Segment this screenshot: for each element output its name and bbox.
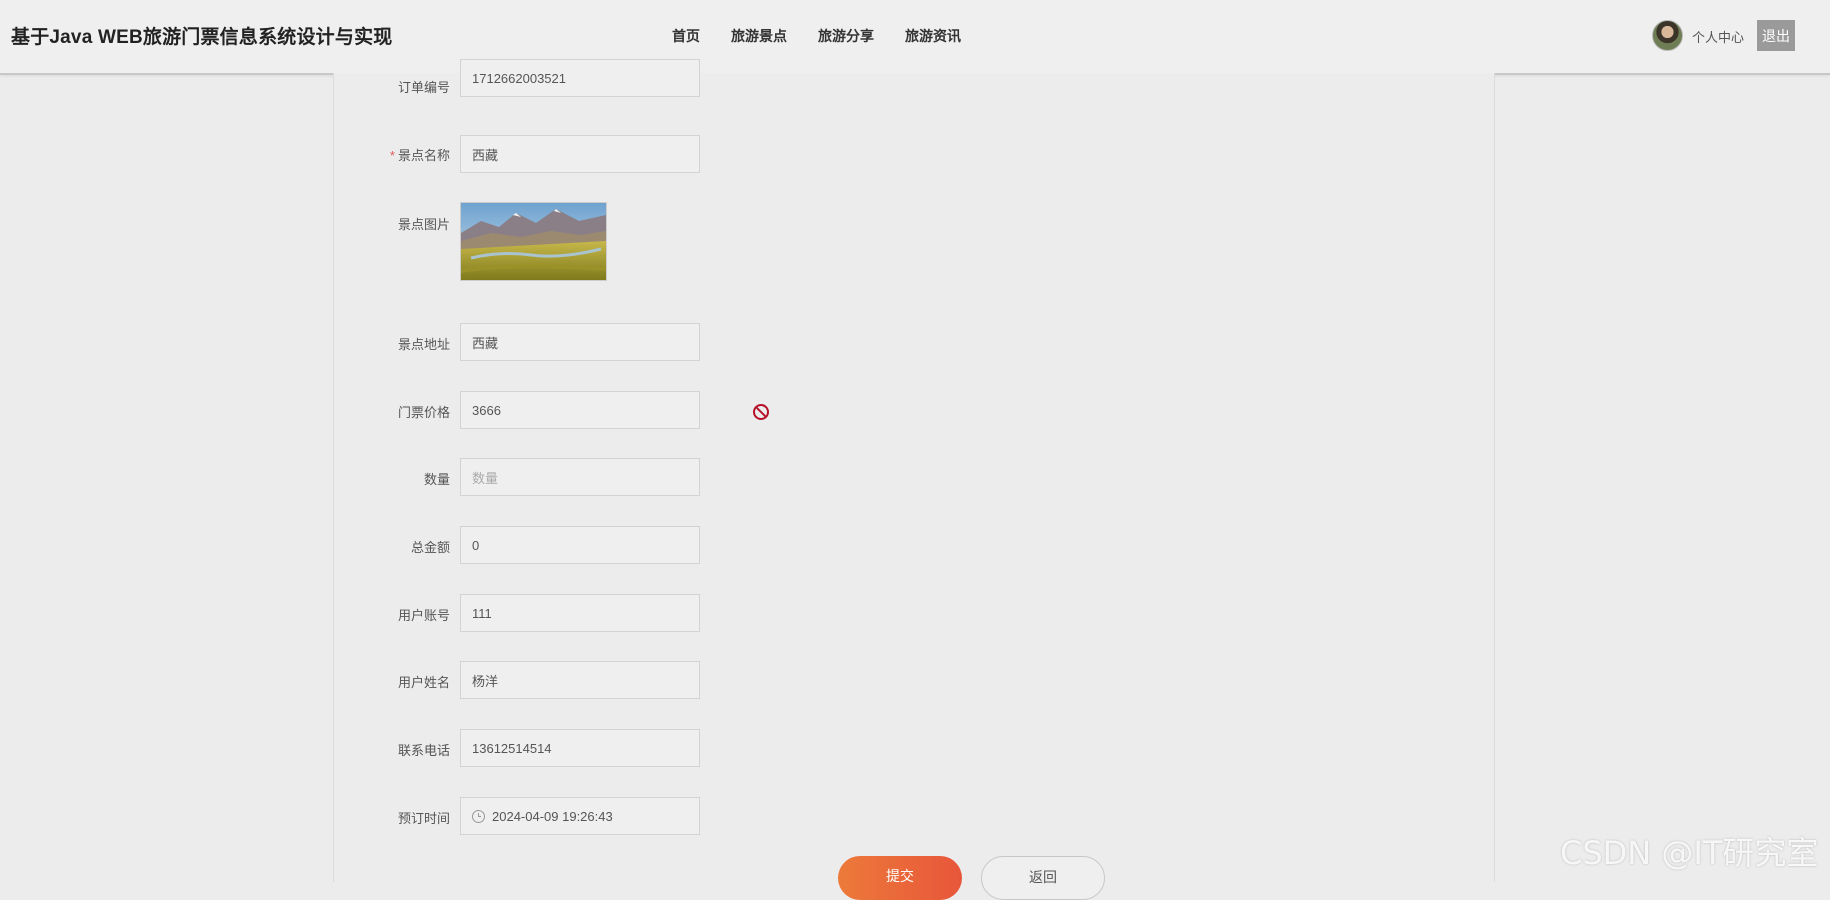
order-form-panel: 订单编号 1712662003521 * 景点名称 西藏 景点图片 景点地址 西…	[333, 59, 1495, 882]
quantity-label: 数量	[423, 472, 450, 487]
nav-travel-share[interactable]: 旅游分享	[818, 26, 874, 46]
watermark: CSDN @IT研究室	[1560, 834, 1819, 872]
clock-icon	[472, 809, 485, 823]
avatar[interactable]	[1652, 20, 1683, 51]
order-no-label: 订单编号	[397, 80, 450, 95]
spot-address-field[interactable]: 西藏	[460, 323, 700, 361]
nav-scenic-spots[interactable]: 旅游景点	[731, 26, 787, 46]
ticket-price-label: 门票价格	[397, 405, 450, 420]
total-amount-field[interactable]: 0	[460, 526, 700, 564]
total-amount-label: 总金额	[410, 540, 450, 555]
nav-travel-news[interactable]: 旅游资讯	[905, 26, 961, 46]
main-nav: 首页 旅游景点 旅游分享 旅游资讯	[672, 26, 992, 46]
phone-field[interactable]: 13612514514	[460, 729, 700, 767]
required-mark: *	[389, 148, 395, 163]
spot-name-field[interactable]: 西藏	[460, 135, 700, 173]
submit-button[interactable]: 提交	[838, 856, 962, 900]
spot-address-label: 景点地址	[397, 337, 450, 352]
phone-label: 联系电话	[397, 743, 450, 758]
personal-center-link[interactable]: 个人中心	[1692, 27, 1744, 46]
spot-name-label: * 景点名称	[389, 148, 450, 163]
order-no-field[interactable]: 1712662003521	[460, 59, 700, 97]
back-button[interactable]: 返回	[981, 856, 1105, 900]
not-allowed-icon	[753, 404, 769, 420]
ticket-price-field[interactable]: 3666	[460, 391, 769, 429]
user-account-field[interactable]: 111	[460, 594, 700, 632]
nav-home[interactable]: 首页	[672, 26, 700, 46]
scenic-spot-image[interactable]	[460, 202, 607, 281]
top-header: 基于Java WEB旅游门票信息系统设计与实现 首页 旅游景点 旅游分享 旅游资…	[0, 0, 1830, 75]
booking-time-label: 预订时间	[397, 811, 450, 826]
user-name-label: 用户姓名	[397, 675, 450, 690]
spot-image-label: 景点图片	[397, 217, 450, 232]
quantity-input[interactable]: 数量	[460, 458, 700, 496]
booking-time-field[interactable]: 2024-04-09 19:26:43	[460, 797, 700, 835]
user-account-label: 用户账号	[397, 608, 450, 623]
user-name-field[interactable]: 杨洋	[460, 661, 700, 699]
logout-button[interactable]: 退出	[1757, 20, 1795, 51]
app-title: 基于Java WEB旅游门票信息系统设计与实现	[11, 27, 393, 48]
